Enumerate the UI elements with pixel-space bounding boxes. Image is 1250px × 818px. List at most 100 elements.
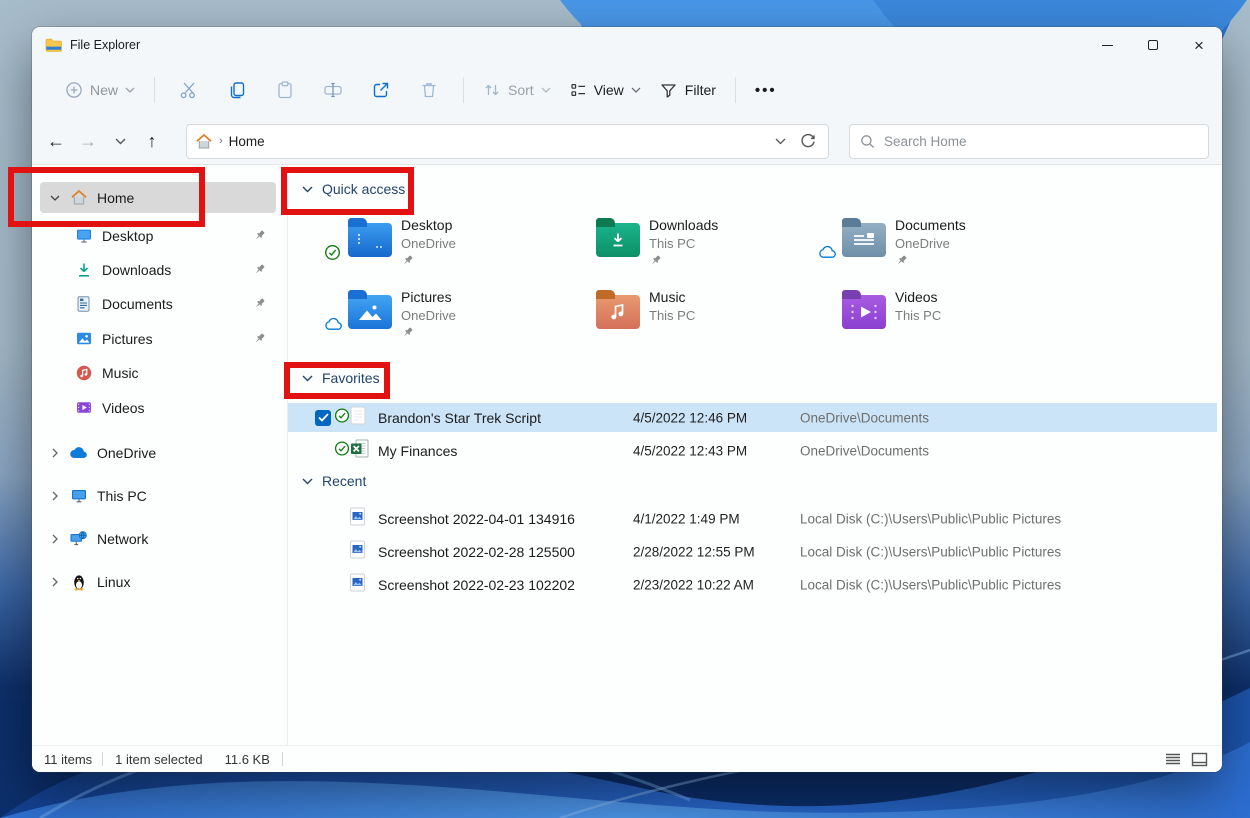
main-area: Home Desktop Downloads Documents Picture…: [32, 165, 1222, 745]
desktop-icon: [74, 227, 93, 244]
favorites-header[interactable]: Favorites: [302, 370, 380, 386]
sidebar-item-label: Linux: [97, 574, 130, 590]
sidebar-item-videos[interactable]: Videos: [40, 392, 276, 423]
chevron-right-icon[interactable]: [48, 448, 62, 458]
file-name: Screenshot 2022-02-23 102202: [378, 577, 575, 593]
chevron-right-icon[interactable]: [48, 577, 62, 587]
cloud-icon: [324, 285, 348, 349]
delete-button[interactable]: [405, 73, 453, 107]
file-row-star-trek-script[interactable]: Brandon's Star Trek Script 4/5/2022 12:4…: [288, 403, 1217, 432]
downloads-folder-icon: [596, 223, 640, 257]
view-button[interactable]: View: [560, 74, 650, 106]
sidebar-item-this-pc[interactable]: This PC: [40, 480, 276, 511]
sidebar-item-downloads[interactable]: Downloads: [40, 254, 276, 285]
file-row-screenshot-2[interactable]: Screenshot 2022-02-28 125500 2/28/2022 1…: [288, 537, 1217, 566]
excel-file-icon: [350, 439, 369, 463]
sidebar-item-label: Downloads: [102, 262, 171, 278]
tile-downloads[interactable]: Downloads This PC: [572, 213, 812, 277]
file-row-my-finances[interactable]: My Finances 4/5/2022 12:43 PM OneDrive\D…: [288, 436, 1217, 465]
chevron-right-icon[interactable]: [48, 491, 62, 501]
rename-button[interactable]: [309, 73, 357, 107]
tile-location: OneDrive: [401, 236, 456, 251]
paste-button[interactable]: [261, 73, 309, 107]
cloud-icon: [818, 213, 842, 277]
toolbar-divider: [463, 77, 464, 103]
more-options-button[interactable]: •••: [746, 75, 786, 106]
view-icon: [569, 81, 587, 99]
sort-icon: [483, 81, 501, 99]
chevron-right-icon[interactable]: [48, 534, 62, 544]
details-view-button[interactable]: [1165, 752, 1181, 766]
sidebar-item-home[interactable]: Home: [40, 182, 276, 213]
sidebar-item-documents[interactable]: Documents: [40, 288, 276, 319]
sidebar-item-pictures[interactable]: Pictures: [40, 323, 276, 354]
sort-button[interactable]: Sort: [474, 74, 560, 106]
tile-documents[interactable]: Documents OneDrive: [818, 213, 1058, 277]
filter-button[interactable]: Filter: [650, 74, 725, 107]
close-icon: ×: [1194, 37, 1204, 54]
share-button[interactable]: [357, 73, 405, 107]
back-button[interactable]: ←: [40, 125, 72, 157]
tile-location: This PC: [649, 236, 718, 251]
sidebar-item-linux[interactable]: Linux: [40, 566, 276, 597]
navigation-bar: ← → ↑ › Home: [32, 117, 1222, 165]
file-date: 2/28/2022 12:55 PM: [633, 544, 755, 559]
tile-music[interactable]: Music This PC: [572, 285, 812, 349]
paste-icon: [275, 80, 295, 100]
videos-folder-icon: [842, 295, 886, 329]
pin-icon: [253, 229, 266, 242]
pin-icon: [253, 332, 266, 345]
quick-access-header[interactable]: Quick access: [302, 181, 405, 197]
window-title: File Explorer: [70, 38, 140, 52]
breadcrumb-home[interactable]: Home: [229, 134, 265, 149]
search-input[interactable]: [884, 134, 1198, 149]
tile-desktop[interactable]: Desktop OneDrive: [324, 213, 564, 277]
linux-icon: [69, 573, 88, 591]
tile-location: OneDrive: [895, 236, 966, 251]
new-button[interactable]: New: [56, 74, 144, 106]
tile-name: Music: [649, 289, 695, 305]
copy-icon: [227, 80, 247, 100]
search-icon: [860, 134, 875, 149]
titlebar[interactable]: File Explorer ×: [32, 27, 1222, 63]
sidebar-item-label: OneDrive: [97, 445, 156, 461]
forward-button[interactable]: →: [72, 125, 104, 157]
tile-videos[interactable]: Videos This PC: [818, 285, 1058, 349]
up-button[interactable]: ↑: [136, 125, 168, 157]
file-row-screenshot-3[interactable]: Screenshot 2022-02-23 102202 2/23/2022 1…: [288, 570, 1217, 599]
recent-locations-button[interactable]: [104, 125, 136, 157]
sidebar-item-network[interactable]: Network: [40, 523, 276, 554]
ellipsis-icon: •••: [755, 82, 777, 99]
sidebar-item-label: Desktop: [102, 228, 153, 244]
address-bar[interactable]: › Home: [186, 124, 829, 159]
file-name: Screenshot 2022-02-28 125500: [378, 544, 575, 560]
chevron-down-icon: [125, 87, 135, 93]
chevron-down-icon[interactable]: [48, 195, 62, 201]
sidebar-item-music[interactable]: Music: [40, 357, 276, 388]
tile-name: Documents: [895, 217, 966, 233]
large-icons-view-button[interactable]: [1191, 752, 1208, 767]
file-location: OneDrive\Documents: [800, 410, 929, 425]
file-row-screenshot-1[interactable]: Screenshot 2022-04-01 134916 4/1/2022 1:…: [288, 504, 1217, 533]
file-date: 4/5/2022 12:46 PM: [633, 410, 747, 425]
sidebar-item-label: Network: [97, 531, 148, 547]
search-box[interactable]: [849, 124, 1209, 159]
close-button[interactable]: ×: [1176, 27, 1222, 63]
sort-button-label: Sort: [508, 82, 534, 98]
checkbox-checked-icon[interactable]: [315, 410, 331, 426]
refresh-icon[interactable]: [800, 133, 816, 149]
chevron-down-icon: [541, 87, 551, 93]
tile-location: This PC: [895, 308, 941, 323]
sidebar-item-onedrive[interactable]: OneDrive: [40, 437, 276, 468]
cut-button[interactable]: [165, 73, 213, 107]
network-icon: [69, 530, 88, 547]
copy-button[interactable]: [213, 73, 261, 107]
maximize-icon: [1148, 40, 1158, 50]
sidebar-item-desktop[interactable]: Desktop: [40, 220, 276, 251]
recent-header[interactable]: Recent: [302, 473, 366, 489]
maximize-button[interactable]: [1130, 27, 1176, 63]
file-name: Brandon's Star Trek Script: [378, 410, 541, 426]
tile-pictures[interactable]: Pictures OneDrive: [324, 285, 564, 349]
minimize-button[interactable]: [1084, 27, 1130, 63]
address-dropdown-icon[interactable]: [775, 138, 786, 145]
